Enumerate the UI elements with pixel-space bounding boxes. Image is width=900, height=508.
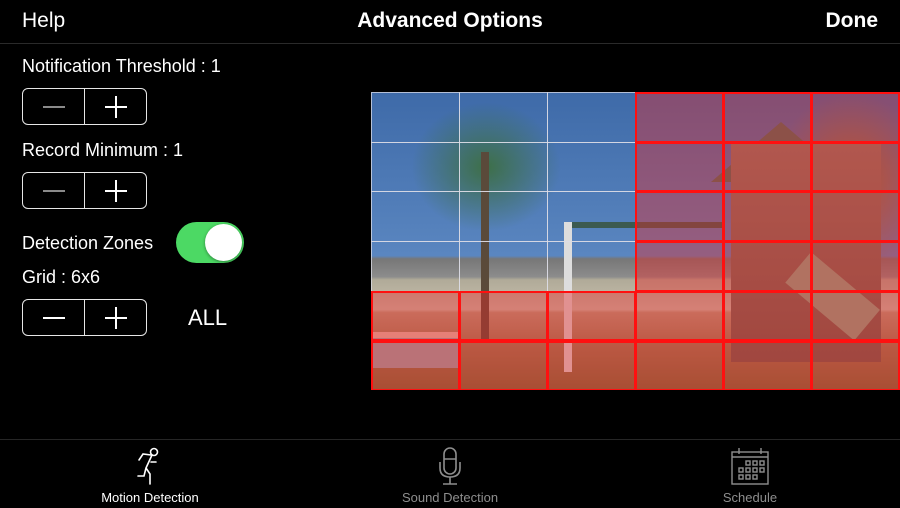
microphone-icon [439, 447, 461, 485]
zone-cell-r3-c1[interactable] [459, 241, 548, 292]
zone-cell-r1-c1[interactable] [459, 141, 548, 193]
notification-threshold-label: Notification Threshold : 1 [22, 56, 221, 76]
zone-cell-r1-c4[interactable] [723, 141, 812, 193]
zone-cell-r3-c0[interactable] [371, 241, 460, 292]
zone-cell-r0-c5[interactable] [811, 92, 900, 143]
zone-cell-r1-c5[interactable] [811, 141, 900, 193]
zone-cell-r3-c3[interactable] [635, 241, 724, 292]
zone-cell-r0-c3[interactable] [635, 92, 724, 143]
zone-cell-r2-c1[interactable] [459, 191, 548, 243]
zone-cell-r4-c0[interactable] [371, 290, 460, 342]
calendar-icon [731, 448, 769, 485]
minus-icon [42, 189, 65, 192]
zone-cell-r0-c0[interactable] [371, 92, 460, 143]
zone-cell-r4-c3[interactable] [635, 290, 724, 342]
tab-label: Motion Detection [101, 490, 199, 505]
zone-cell-r4-c2[interactable] [547, 290, 636, 342]
plus-icon [104, 306, 127, 329]
detection-zones-label: Detection Zones [22, 233, 154, 253]
zone-cell-r0-c1[interactable] [459, 92, 548, 143]
zone-cell-r2-c3[interactable] [635, 191, 724, 243]
page-title: Advanced Options [357, 9, 543, 32]
tab-label: Schedule [722, 490, 778, 505]
record-minimum-decrement-button[interactable] [23, 173, 84, 208]
tab-label: Sound Detection [401, 490, 499, 505]
zone-cell-r2-c5[interactable] [811, 191, 900, 243]
plus-icon [104, 179, 127, 202]
detection-zones-toggle[interactable] [176, 222, 244, 263]
grid-size-increment-button[interactable] [84, 300, 146, 335]
grid-size-label: Grid : 6x6 [22, 267, 101, 287]
tab-motion-detection[interactable]: Motion Detection [0, 440, 300, 508]
done-button[interactable]: Done [826, 9, 879, 33]
zone-cell-r5-c2[interactable] [547, 340, 636, 390]
record-minimum-stepper [22, 172, 147, 209]
zone-cell-r5-c3[interactable] [635, 340, 724, 390]
grid-size-decrement-button[interactable] [23, 300, 84, 335]
tab-schedule[interactable]: Schedule [600, 440, 900, 508]
zone-cell-r1-c0[interactable] [371, 141, 460, 193]
zone-cell-r0-c4[interactable] [723, 92, 812, 143]
notification-threshold-decrement-button[interactable] [23, 89, 84, 124]
notification-threshold-stepper [22, 88, 147, 125]
zone-cell-r0-c2[interactable] [547, 92, 636, 143]
zone-cell-r2-c2[interactable] [547, 191, 636, 243]
zone-cell-r2-c4[interactable] [723, 191, 812, 243]
zone-cell-r5-c4[interactable] [723, 340, 812, 390]
zone-cell-r4-c4[interactable] [723, 290, 812, 342]
notification-threshold-increment-button[interactable] [84, 89, 146, 124]
select-all-zones-button[interactable]: ALL [188, 305, 227, 331]
zone-cell-r3-c4[interactable] [723, 241, 812, 292]
zone-cell-r5-c0[interactable] [371, 340, 460, 390]
zone-cell-r1-c2[interactable] [547, 141, 636, 193]
zone-cell-r5-c5[interactable] [811, 340, 900, 390]
zone-cell-r4-c1[interactable] [459, 290, 548, 342]
zone-cell-r3-c2[interactable] [547, 241, 636, 292]
running-person-icon [137, 447, 159, 485]
zone-cell-r1-c3[interactable] [635, 141, 724, 193]
minus-icon [42, 316, 65, 319]
tab-sound-detection[interactable]: Sound Detection [300, 440, 600, 508]
zone-cell-r2-c0[interactable] [371, 191, 460, 243]
zone-cell-r4-c5[interactable] [811, 290, 900, 342]
plus-icon [104, 95, 127, 118]
navigation-bar: Help Advanced Options Done [0, 0, 900, 44]
camera-preview [371, 92, 900, 390]
toggle-knob [205, 224, 242, 261]
minus-icon [42, 105, 65, 108]
zone-cell-r3-c5[interactable] [811, 241, 900, 292]
grid-size-stepper [22, 299, 147, 336]
record-minimum-label: Record Minimum : 1 [22, 140, 184, 160]
zone-cell-r5-c1[interactable] [459, 340, 548, 390]
record-minimum-increment-button[interactable] [84, 173, 146, 208]
tab-bar: Motion Detection Sound Detection Schedul… [0, 439, 900, 508]
